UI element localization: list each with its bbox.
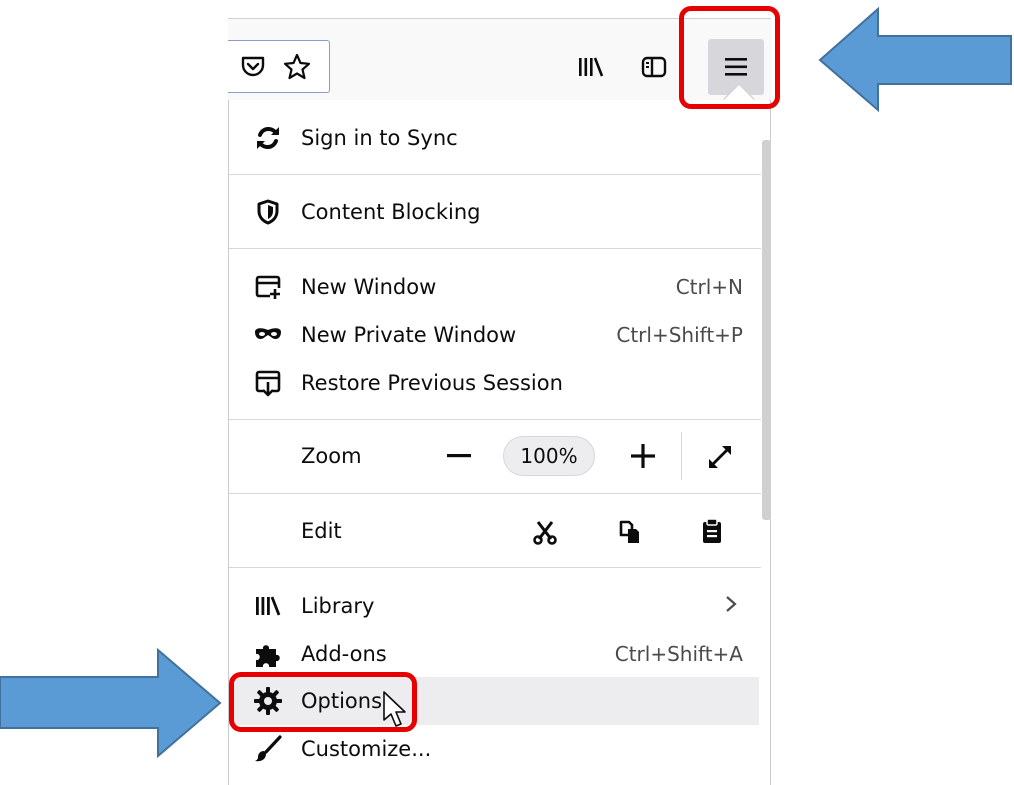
- library-icon[interactable]: [575, 51, 607, 83]
- highlight-box-options: [229, 672, 417, 732]
- fullscreen-icon: [709, 446, 731, 468]
- menu-separator: [229, 419, 761, 420]
- zoom-value: 100%: [520, 444, 578, 468]
- zoom-reset-button[interactable]: 100%: [503, 436, 595, 476]
- menu-item-label: New Private Window: [301, 323, 517, 347]
- new-window-icon: [251, 270, 285, 304]
- panel-scrollbar[interactable]: [762, 140, 771, 520]
- fullscreen-button[interactable]: [700, 437, 740, 477]
- zoom-out-button[interactable]: [440, 437, 478, 475]
- menu-item-label: Add-ons: [301, 642, 387, 666]
- menu-item-shortcut: Ctrl+N: [675, 275, 743, 299]
- menu-item-label: New Window: [301, 275, 437, 299]
- menu-separator: [229, 174, 761, 175]
- plus-icon: [631, 444, 655, 468]
- menu-item-new-private-window[interactable]: New Private Window Ctrl+Shift+P: [229, 311, 759, 359]
- zoom-divider: [681, 432, 682, 480]
- clipboard-icon: [703, 518, 721, 543]
- menu-item-label: Restore Previous Session: [301, 371, 563, 395]
- restore-session-icon: [251, 366, 285, 400]
- sidebar-icon[interactable]: [638, 51, 670, 83]
- menu-item-sync[interactable]: Sign in to Sync: [229, 114, 759, 162]
- private-mask-icon: [251, 318, 285, 352]
- menu-item-shortcut: Ctrl+Shift+A: [614, 642, 743, 666]
- paste-button[interactable]: [692, 510, 732, 552]
- menu-item-new-window[interactable]: New Window Ctrl+N: [229, 263, 759, 311]
- menu-item-content-blocking[interactable]: Content Blocking: [229, 188, 759, 236]
- shield-icon: [251, 195, 285, 229]
- menu-item-label: Customize...: [301, 737, 432, 761]
- paintbrush-icon: [251, 732, 285, 766]
- copy-icon: [619, 520, 639, 543]
- menu-item-customize[interactable]: Customize...: [229, 725, 759, 773]
- menu-item-label: Content Blocking: [301, 200, 481, 224]
- sync-icon: [251, 121, 285, 155]
- scissors-icon: [533, 521, 557, 545]
- menu-item-restore-session[interactable]: Restore Previous Session: [229, 359, 759, 407]
- menu-item-shortcut: Ctrl+Shift+P: [616, 323, 743, 347]
- zoom-in-button[interactable]: [624, 437, 662, 475]
- pocket-icon[interactable]: [238, 52, 268, 82]
- chevron-right-icon: [725, 594, 737, 618]
- menu-item-addons[interactable]: Add-ons Ctrl+Shift+A: [229, 630, 759, 678]
- arrow-left-icon: [818, 6, 1012, 112]
- highlight-box-menu-button: [679, 6, 780, 109]
- menu-item-label: Sign in to Sync: [301, 126, 458, 150]
- edit-controls: Edit: [229, 507, 759, 555]
- menu-item-library[interactable]: Library: [229, 582, 759, 630]
- arrow-right-icon: [0, 648, 222, 758]
- cut-button[interactable]: [525, 512, 565, 552]
- star-icon[interactable]: [280, 50, 314, 84]
- menu-item-label: Library: [301, 594, 375, 618]
- zoom-controls: Zoom: [229, 432, 759, 480]
- menu-separator: [229, 567, 761, 568]
- menu-separator: [229, 493, 761, 494]
- puzzle-piece-icon: [251, 637, 285, 671]
- library-icon: [251, 589, 285, 623]
- zoom-label: Zoom: [301, 444, 362, 468]
- menu-separator: [229, 248, 761, 249]
- copy-button[interactable]: [610, 512, 650, 552]
- minus-icon: [447, 454, 471, 458]
- edit-label: Edit: [301, 519, 342, 543]
